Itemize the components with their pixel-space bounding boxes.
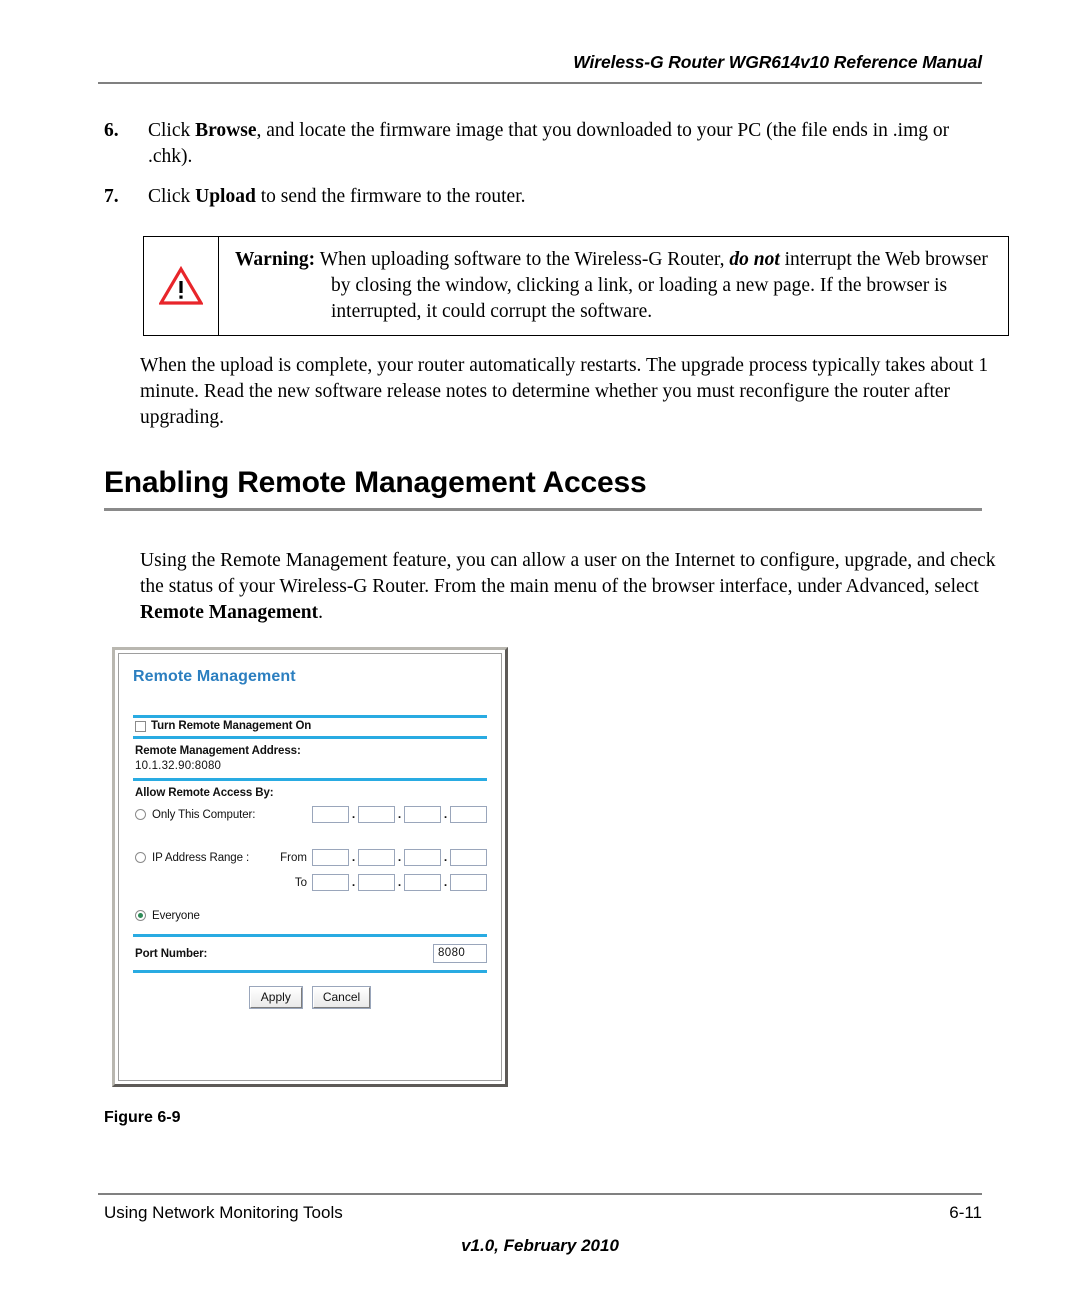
footer-version: v1.0, February 2010 [461, 1236, 619, 1255]
figure-caption: Figure 6-9 [104, 1109, 181, 1126]
octet-input-2[interactable] [358, 874, 395, 891]
octet-input-2[interactable] [358, 806, 395, 823]
remote-management-address-block: Remote Management Address: 10.1.32.90:80… [133, 739, 487, 778]
apply-button[interactable]: Apply [248, 986, 303, 1009]
to-label: To [294, 876, 307, 889]
only-this-computer-radio[interactable] [135, 809, 146, 820]
list-item: 6. Click Browse, and locate the firmware… [104, 118, 994, 170]
octet-input-1[interactable] [312, 849, 349, 866]
header-divider-rule [98, 82, 982, 84]
octet-separator: . [443, 807, 448, 821]
remote-intro-part1: Using the Remote Management feature, you… [140, 550, 996, 597]
running-header-title: Wireless-G Router WGR614v10 Reference Ma… [573, 52, 982, 72]
numbered-steps-list: 6. Click Browse, and locate the firmware… [104, 118, 994, 224]
screenshot-window-frame: Remote Management Turn Remote Management… [112, 647, 508, 1087]
form-actions: Apply Cancel [133, 973, 487, 1009]
everyone-radio[interactable] [135, 910, 146, 921]
ip-address-range-label: IP Address Range : [152, 851, 250, 864]
only-this-computer-row[interactable]: Only This Computer: . . . [135, 804, 487, 825]
footer-divider-rule [98, 1193, 982, 1195]
port-number-input[interactable]: 8080 [433, 944, 487, 963]
step-number: 7. [104, 186, 119, 207]
octet-separator: . [397, 807, 402, 821]
octet-input-3[interactable] [404, 874, 441, 891]
ip-address-range-block: IP Address Range : From . . . To . . . [135, 847, 487, 893]
screenshot-inner-panel: Remote Management Turn Remote Management… [118, 653, 502, 1081]
figure-remote-management: Remote Management Turn Remote Management… [112, 647, 512, 1090]
screenshot-page-title: Remote Management [133, 668, 296, 685]
octet-input-1[interactable] [312, 874, 349, 891]
warning-emphasis: do not [729, 249, 780, 270]
ip-address-range-radio[interactable] [135, 852, 146, 863]
step-text-before: Click [148, 186, 196, 207]
step-text-after: , and locate the firmware image that you… [148, 120, 950, 167]
page-title: Enabling Remote Management Access [104, 466, 647, 499]
octet-separator: . [443, 850, 448, 864]
octet-input-4[interactable] [450, 849, 487, 866]
step-number: 6. [104, 120, 119, 141]
octet-separator: . [351, 875, 356, 889]
ip-address-range-from-row[interactable]: IP Address Range : From . . . [135, 847, 487, 868]
warning-icon-cell [144, 237, 219, 335]
octet-input-1[interactable] [312, 806, 349, 823]
octet-input-3[interactable] [404, 806, 441, 823]
warning-callout: Warning: When uploading software to the … [143, 236, 1009, 336]
only-this-computer-label: Only This Computer: [152, 808, 256, 821]
turn-remote-management-on-checkbox[interactable] [135, 720, 146, 732]
step-text-before: Click [148, 120, 196, 141]
remote-management-form: Remote Management Turn Remote Management… [119, 654, 501, 1080]
warning-paragraph: Warning: When uploading software to the … [235, 247, 994, 325]
port-number-row: Port Number: 8080 [133, 937, 487, 970]
only-this-computer-octets[interactable]: . . . [312, 806, 487, 823]
ip-address-range-to-row[interactable]: To . . . [135, 872, 487, 893]
remote-management-address-value: 10.1.32.90:8080 [135, 760, 222, 772]
step-bold-term: Browse [195, 120, 257, 141]
remote-intro-part2: . [318, 602, 324, 623]
section-divider-rule [104, 508, 982, 511]
warning-text-cell: Warning: When uploading software to the … [219, 237, 1008, 335]
ip-range-from-octets[interactable]: From . . . [273, 849, 487, 866]
paragraph-remote-intro: Using the Remote Management feature, you… [140, 548, 996, 626]
octet-input-2[interactable] [358, 849, 395, 866]
turn-remote-management-on-label: Turn Remote Management On [151, 720, 312, 732]
octet-separator: . [351, 850, 356, 864]
remote-management-address-label: Remote Management Address: [135, 745, 301, 757]
footer-chapter-title: Using Network Monitoring Tools [104, 1203, 343, 1222]
step-bold-term: Upload [195, 186, 256, 207]
octet-input-3[interactable] [404, 849, 441, 866]
list-item: 7. Click Upload to send the firmware to … [104, 184, 994, 210]
octet-separator: . [443, 875, 448, 889]
step-text: Click Browse, and locate the firmware im… [148, 118, 994, 170]
step-text-after: to send the firmware to the router. [255, 186, 526, 207]
allow-remote-access-block: Allow Remote Access By: Only This Comput… [133, 781, 487, 934]
remote-intro-bold: Remote Management [140, 602, 319, 623]
warning-triangle-icon [159, 266, 203, 305]
everyone-row[interactable]: Everyone [135, 905, 487, 926]
warning-text-part1: When uploading software to the Wireless-… [315, 249, 730, 270]
octet-separator: . [351, 807, 356, 821]
manual-page: Wireless-G Router WGR614v10 Reference Ma… [0, 0, 1080, 1296]
step-text: Click Upload to send the firmware to the… [148, 184, 994, 210]
octet-separator: . [397, 875, 402, 889]
port-number-label: Port Number: [135, 947, 208, 960]
allow-remote-access-label: Allow Remote Access By: [135, 787, 274, 799]
octet-separator: . [397, 850, 402, 864]
footer-page-number: 6-11 [949, 1203, 982, 1222]
octet-input-4[interactable] [450, 806, 487, 823]
warning-label: Warning: [235, 249, 316, 270]
everyone-label: Everyone [152, 909, 200, 922]
cancel-button[interactable]: Cancel [311, 986, 372, 1009]
paragraph-upload-complete: When the upload is complete, your router… [140, 355, 989, 428]
octet-input-4[interactable] [450, 874, 487, 891]
enable-remote-management-row[interactable]: Turn Remote Management On [133, 718, 487, 736]
ip-range-to-octets[interactable]: To . . . [273, 874, 487, 891]
from-label: From [280, 851, 307, 864]
